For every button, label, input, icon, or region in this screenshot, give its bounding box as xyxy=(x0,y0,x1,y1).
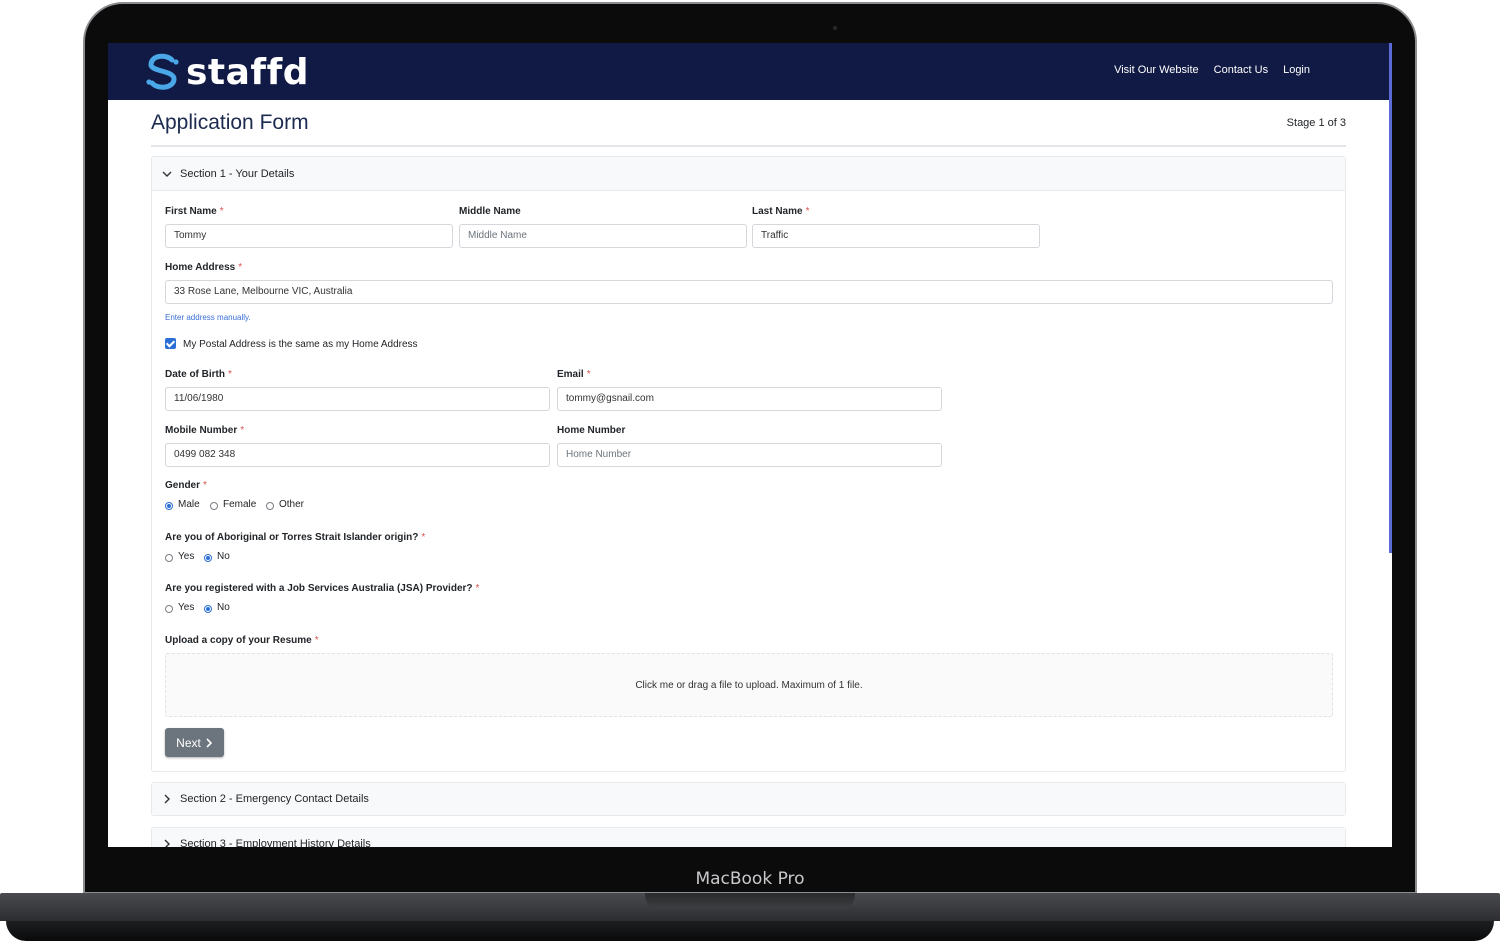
aboriginal-yes-label: Yes xyxy=(178,551,195,562)
gender-other-label: Other xyxy=(279,499,305,510)
middle-name-input[interactable]: Middle Name xyxy=(459,224,747,248)
laptop-notch xyxy=(645,893,855,909)
jsa-yes-radio[interactable] xyxy=(165,605,173,613)
home-number-label: Home Number xyxy=(557,425,626,436)
jsa-yes-label: Yes xyxy=(178,602,195,613)
first-name-input[interactable]: Tommy xyxy=(165,224,453,248)
home-number-input[interactable]: Home Number xyxy=(557,443,942,467)
aboriginal-yes-radio[interactable] xyxy=(165,554,173,562)
enter-address-manually-link[interactable]: Enter address manually. xyxy=(165,313,251,322)
chevron-right-icon xyxy=(206,737,212,748)
gender-female-radio[interactable] xyxy=(210,502,218,510)
page-header: Application Form Stage 1 of 3 xyxy=(151,111,1346,147)
resume-label: Upload a copy of your Resume * xyxy=(165,635,319,646)
stage-indicator: Stage 1 of 3 xyxy=(1286,117,1346,129)
section-1-title: Section 1 - Your Details xyxy=(180,167,295,180)
gender-label: Gender * xyxy=(165,480,207,491)
section-2-title: Section 2 - Emergency Contact Details xyxy=(180,793,369,805)
last-name-input[interactable]: Traffic xyxy=(752,224,1040,248)
page-title: Application Form xyxy=(151,111,309,134)
aboriginal-no-label: No xyxy=(217,551,230,562)
section-2-card: Section 2 - Emergency Contact Details xyxy=(151,782,1346,816)
top-nav: Visit Our Website Contact Us Login xyxy=(1114,64,1310,76)
resume-dropzone[interactable]: Click me or drag a file to upload. Maxim… xyxy=(165,653,1333,717)
next-button[interactable]: Next xyxy=(165,728,224,757)
aboriginal-label: Are you of Aboriginal or Torres Strait I… xyxy=(165,532,426,543)
first-name-label: First Name * xyxy=(165,206,224,217)
nav-login[interactable]: Login xyxy=(1283,64,1310,76)
staffd-logo-icon xyxy=(146,53,179,90)
section-1-card: Section 1 - Your Details First Name * Tom… xyxy=(151,156,1346,772)
mobile-label: Mobile Number * xyxy=(165,425,245,436)
gender-female-label: Female xyxy=(223,499,257,510)
home-address-input[interactable]: 33 Rose Lane, Melbourne VIC, Australia xyxy=(165,280,1333,304)
camera-icon xyxy=(833,26,837,30)
section-3-header[interactable]: Section 3 - Employment History Details xyxy=(152,828,1345,847)
jsa-no-radio[interactable] xyxy=(204,605,212,613)
device-label: MacBook Pro xyxy=(695,869,805,889)
top-navbar: staffd Visit Our Website Contact Us Logi… xyxy=(108,43,1392,100)
dob-input[interactable]: 11/06/1980 xyxy=(165,387,550,411)
logo-text: staffd xyxy=(186,51,310,93)
nav-contact-us[interactable]: Contact Us xyxy=(1214,64,1268,76)
gender-male-label: Male xyxy=(178,499,200,510)
chevron-down-icon xyxy=(162,171,172,177)
nav-visit-website[interactable]: Visit Our Website xyxy=(1114,64,1199,76)
mobile-input[interactable]: 0499 082 348 xyxy=(165,443,550,467)
jsa-label: Are you registered with a Job Services A… xyxy=(165,583,480,594)
aboriginal-no-radio[interactable] xyxy=(204,554,212,562)
logo[interactable]: staffd xyxy=(144,51,309,93)
chevron-right-icon xyxy=(164,839,170,847)
section-2-header[interactable]: Section 2 - Emergency Contact Details xyxy=(152,783,1345,815)
last-name-label: Last Name * xyxy=(752,206,810,217)
laptop-base-bottom xyxy=(6,921,1494,941)
gender-other-radio[interactable] xyxy=(266,502,274,510)
section-3-card: Section 3 - Employment History Details xyxy=(151,827,1346,847)
email-input[interactable]: tommy@gsnail.com xyxy=(557,387,942,411)
postal-same-checkbox[interactable] xyxy=(165,338,176,349)
dob-label: Date of Birth * xyxy=(165,369,232,380)
middle-name-label: Middle Name xyxy=(459,206,521,217)
gender-male-radio[interactable] xyxy=(165,502,173,510)
chevron-right-icon xyxy=(164,794,170,804)
email-label: Email * xyxy=(557,369,591,380)
scrollbar[interactable] xyxy=(1389,43,1392,553)
postal-same-label: My Postal Address is the same as my Home… xyxy=(183,339,418,350)
app-screen: staffd Visit Our Website Contact Us Logi… xyxy=(108,43,1392,847)
jsa-no-label: No xyxy=(217,602,230,613)
home-address-label: Home Address * xyxy=(165,262,243,273)
section-3-title: Section 3 - Employment History Details xyxy=(180,838,371,847)
next-button-label: Next xyxy=(176,735,201,750)
section-1-header[interactable]: Section 1 - Your Details xyxy=(152,157,1345,191)
